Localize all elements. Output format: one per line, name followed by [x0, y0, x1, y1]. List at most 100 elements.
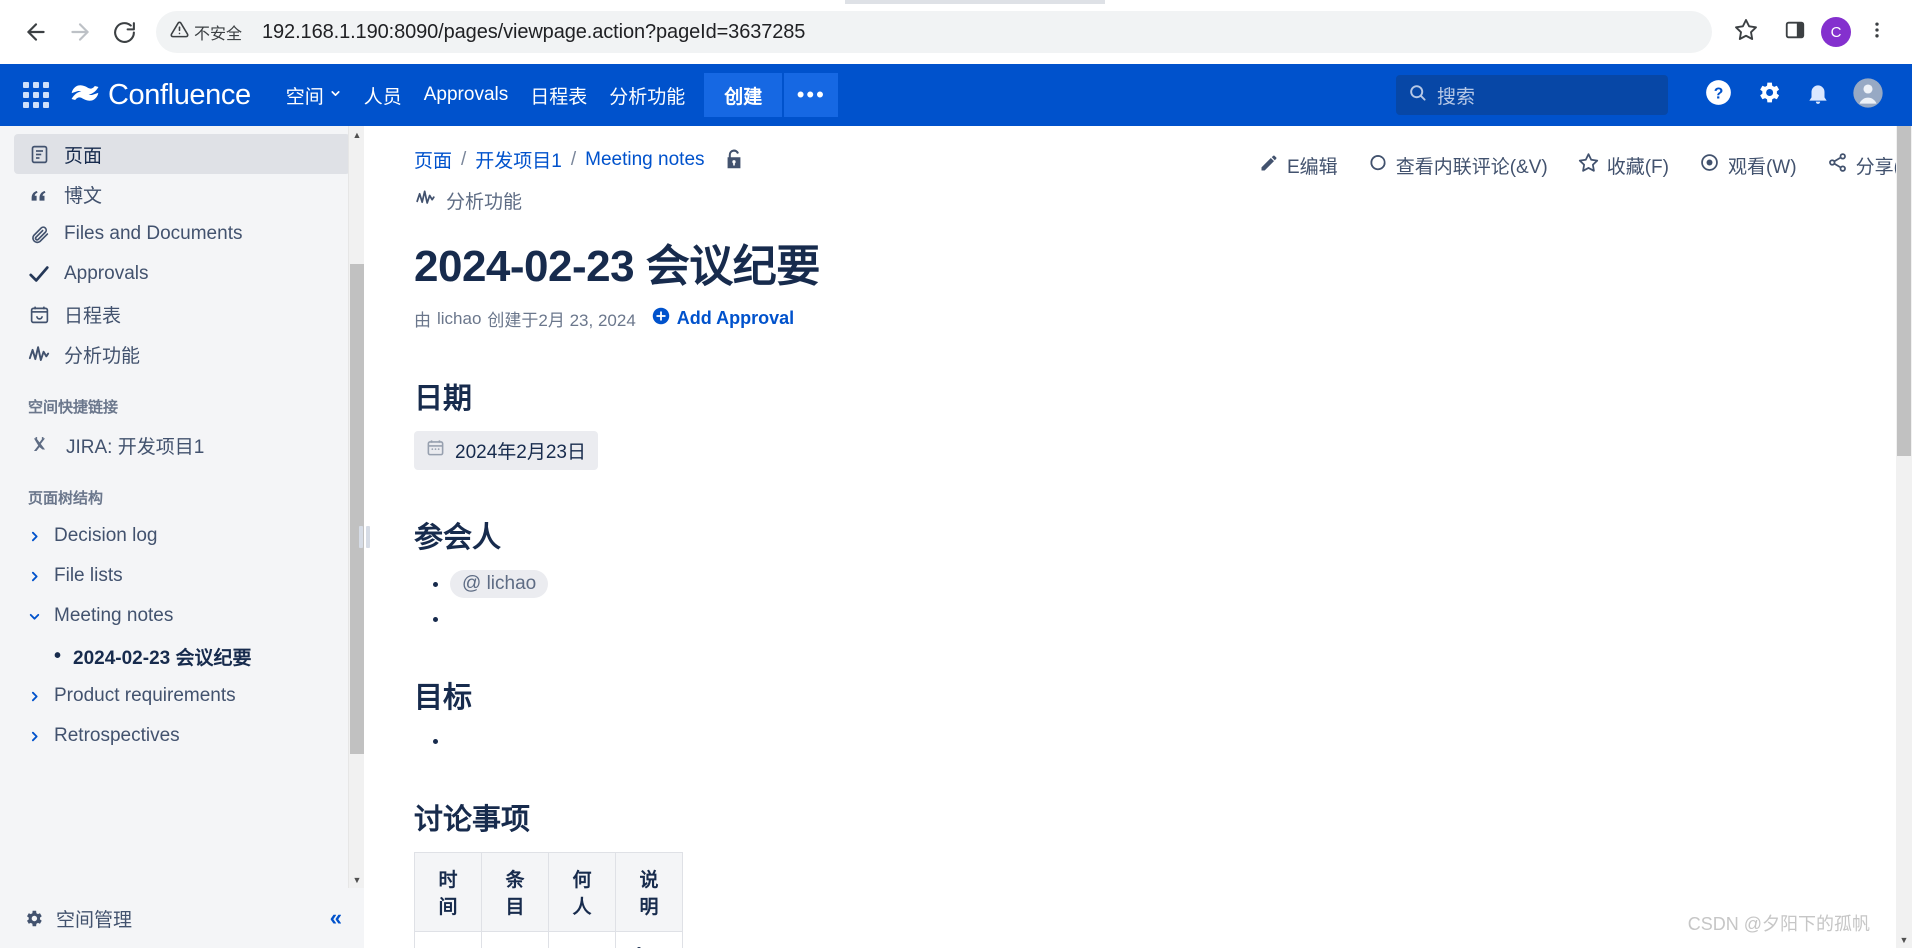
table-cell-item[interactable] — [481, 931, 549, 948]
breadcrumb-separator: / — [461, 148, 467, 170]
url-text[interactable]: 192.168.1.190:8090/pages/viewpage.action… — [252, 21, 805, 44]
browser-toolbar: 不安全 192.168.1.190:8090/pages/viewpage.ac… — [0, 0, 1912, 64]
tree-item-label: Product requirements — [54, 685, 236, 706]
page-body: 页面 博文 Files and Documents Approvals 日程表 … — [0, 126, 1912, 948]
table-cell-time[interactable] — [414, 931, 482, 948]
nav-item-calendars[interactable]: 日程表 — [519, 64, 598, 126]
sidebar-shortcut-jira[interactable]: JIRA: 开发项目1 — [0, 425, 364, 465]
nav-item-label: 日程表 — [530, 86, 588, 108]
space-settings-link[interactable]: 空间管理 — [56, 905, 132, 932]
user-profile-button[interactable] — [1846, 73, 1890, 117]
cell-bullet-list — [630, 940, 668, 948]
help-button[interactable]: ? — [1696, 73, 1740, 117]
tree-item-retrospectives[interactable]: Retrospectives — [0, 716, 364, 756]
side-panel-button[interactable] — [1776, 13, 1814, 51]
sidebar-item-files[interactable]: Files and Documents — [14, 214, 350, 254]
table-row — [414, 931, 683, 948]
browser-menu-button[interactable] — [1858, 13, 1896, 51]
unlocked-padlock-icon[interactable] — [723, 148, 745, 172]
reload-button[interactable] — [104, 12, 144, 52]
create-more-button[interactable]: ••• — [784, 73, 839, 117]
nav-item-people[interactable]: 人员 — [353, 64, 413, 126]
breadcrumb-separator: / — [570, 148, 577, 170]
goals-list — [414, 730, 1814, 752]
sidebar-shortcut-label: JIRA: 开发项目1 — [66, 436, 205, 458]
page-document-icon — [28, 143, 50, 165]
sidebar-item-pages[interactable]: 页面 — [14, 134, 350, 174]
star-outline-icon — [1734, 18, 1758, 47]
forward-button[interactable] — [60, 12, 100, 52]
app-switcher-button[interactable] — [16, 75, 56, 115]
page-scrollbar[interactable]: ▼ — [1896, 126, 1912, 948]
browser-actions: C — [1776, 13, 1896, 51]
favorite-button[interactable]: 收藏(F) — [1578, 152, 1669, 179]
add-approval-button[interactable]: Add Approval — [652, 307, 794, 330]
chevron-right-icon[interactable] — [28, 690, 42, 703]
nav-item-analytics[interactable]: 分析功能 — [598, 64, 696, 126]
security-label: 不安全 — [194, 26, 243, 43]
create-button[interactable]: 创建 — [704, 73, 783, 117]
tree-item-current-page[interactable]: • 2024-02-23 会议纪要 — [0, 636, 364, 676]
scroll-down-arrow-icon[interactable]: ▼ — [1896, 931, 1912, 948]
sidebar-scrollbar[interactable]: ▲ ▼ — [348, 126, 364, 888]
scroll-down-arrow-icon[interactable]: ▼ — [349, 871, 364, 888]
sidebar-item-label: Files and Documents — [64, 223, 243, 244]
search-input[interactable]: 搜索 — [1437, 82, 1475, 109]
tree-item-meeting-notes[interactable]: Meeting notes — [0, 596, 364, 636]
list-item — [450, 608, 1814, 630]
breadcrumb-item-parent[interactable]: Meeting notes — [585, 149, 704, 171]
breadcrumb-item-pages[interactable]: 页面 — [414, 146, 452, 173]
reload-icon — [112, 20, 137, 45]
tree-item-file-lists[interactable]: File lists — [0, 556, 364, 596]
address-bar[interactable]: 不安全 192.168.1.190:8090/pages/viewpage.ac… — [156, 11, 1712, 53]
inline-comments-label: 查看内联评论(&V) — [1395, 157, 1548, 178]
sidebar-scrollbar-thumb[interactable] — [350, 264, 364, 754]
inline-comments-button[interactable]: 查看内联评论(&V) — [1368, 152, 1548, 179]
settings-button[interactable] — [1746, 73, 1790, 117]
byline-author[interactable]: lichao — [437, 309, 481, 329]
tree-item-decision-log[interactable]: Decision log — [0, 516, 364, 556]
scroll-up-arrow-icon[interactable]: ▲ — [349, 126, 364, 143]
nav-item-spaces[interactable]: 空间 — [275, 64, 353, 126]
chevron-down-icon[interactable] — [28, 610, 42, 623]
search-box[interactable]: 搜索 — [1396, 75, 1668, 115]
chevron-right-icon[interactable] — [28, 570, 42, 583]
calendar-icon — [28, 303, 50, 325]
page-scrollbar-thumb[interactable] — [1897, 126, 1911, 456]
bookmark-button[interactable] — [1726, 12, 1766, 52]
tree-item-label: Decision log — [54, 525, 158, 546]
table-cell-who[interactable] — [548, 931, 616, 948]
page-analytics-link[interactable]: 分析功能 — [414, 187, 1814, 214]
sidebar-item-calendars[interactable]: 日程表 — [14, 294, 350, 334]
share-icon — [1827, 152, 1848, 179]
table-header-cell: 说明 — [615, 852, 683, 932]
user-mention-chip[interactable]: @ lichao — [450, 570, 549, 598]
notifications-button[interactable] — [1796, 73, 1840, 117]
sidebar-item-blog[interactable]: 博文 — [14, 174, 350, 214]
confluence-home-link[interactable]: Confluence — [70, 79, 251, 112]
watch-button[interactable]: 观看(W) — [1699, 152, 1797, 179]
sidebar-item-approvals[interactable]: Approvals — [14, 254, 350, 294]
date-chip[interactable]: 2024年2月23日 — [414, 431, 598, 470]
chevron-right-icon[interactable] — [28, 730, 42, 743]
site-security-chip[interactable]: 不安全 — [162, 17, 252, 47]
section-heading-attendees: 参会人 — [414, 522, 502, 554]
chevron-right-icon[interactable] — [28, 530, 42, 543]
three-dot-vertical-icon — [1867, 20, 1887, 45]
page-content-area: 页面 / 开发项目1 / Meeting notes 分析功能 2024-02-… — [364, 126, 1912, 948]
edit-button[interactable]: E编辑 — [1259, 152, 1338, 179]
nav-item-approvals[interactable]: Approvals — [413, 64, 520, 126]
double-chevron-left-icon[interactable]: « — [330, 905, 342, 931]
confluence-logo-icon — [70, 80, 100, 111]
section-heading-goals: 目标 — [414, 682, 473, 714]
profile-avatar[interactable]: C — [1821, 17, 1851, 47]
sidebar-item-analytics[interactable]: 分析功能 — [14, 334, 350, 374]
sidebar-tree-heading: 页面树结构 — [28, 490, 104, 507]
tree-item-product-requirements[interactable]: Product requirements — [0, 676, 364, 716]
sidebar-resize-handle[interactable] — [358, 524, 370, 550]
breadcrumb-item-space[interactable]: 开发项目1 — [475, 146, 562, 173]
table-cell-notes[interactable] — [615, 931, 683, 948]
back-button[interactable] — [16, 12, 56, 52]
tree-item-label: 2024-02-23 会议纪要 — [73, 647, 252, 669]
pencil-icon — [1259, 153, 1279, 179]
